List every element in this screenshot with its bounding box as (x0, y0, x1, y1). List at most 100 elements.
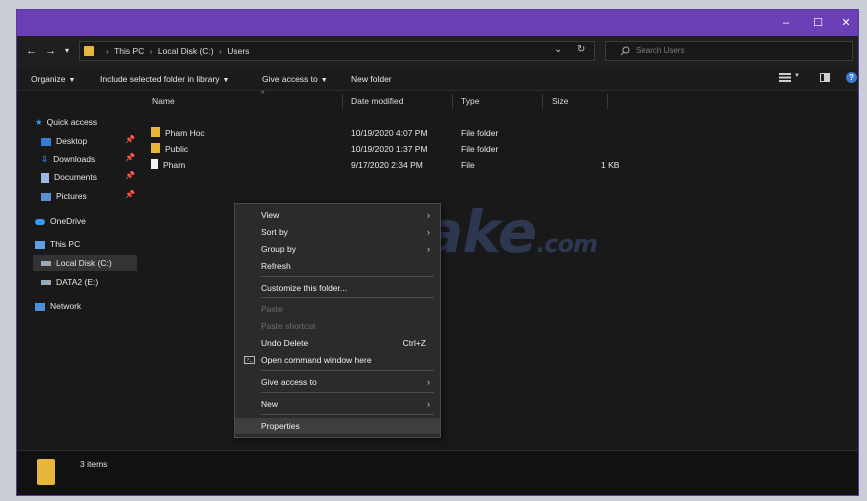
column-divider[interactable] (452, 94, 453, 109)
menu-item-label: New (261, 399, 279, 409)
menu-item-refresh[interactable]: Refresh (235, 258, 440, 274)
drive-icon (41, 261, 51, 267)
menu-item-sort-by[interactable]: Sort by › (235, 224, 440, 240)
desktop-icon (41, 137, 51, 146)
new-folder-button[interactable]: New folder (351, 74, 392, 84)
sidebar-item-this-pc[interactable]: This PC (35, 236, 80, 252)
document-icon (41, 172, 49, 183)
column-header-name[interactable]: Name (152, 96, 175, 106)
sidebar-item-label: DATA2 (E:) (56, 277, 99, 287)
maximize-button[interactable]: ☐ (806, 13, 830, 33)
forward-button[interactable]: → (45, 44, 56, 58)
file-type: File (461, 160, 475, 170)
chevron-right-icon: › (427, 210, 430, 220)
sidebar-item-pictures[interactable]: Pictures (41, 188, 87, 204)
column-header-date[interactable]: Date modified (351, 96, 403, 106)
include-library-label: Include selected folder in library (100, 74, 220, 84)
menu-item-paste-shortcut: Paste shortcut (235, 318, 440, 334)
sidebar-item-label: Downloads (53, 154, 96, 164)
pin-icon: 📌 (125, 171, 135, 180)
sort-indicator-icon: ^ (261, 91, 265, 98)
chevron-down-icon: ▼ (68, 77, 76, 84)
menu-item-label: Refresh (261, 261, 291, 271)
folder-icon (151, 143, 160, 153)
menu-item-label: Group by (261, 244, 296, 254)
file-name: Public (165, 144, 189, 154)
file-type: File folder (461, 128, 499, 138)
chevron-right-icon: › (427, 227, 430, 237)
menu-item-group-by[interactable]: Group by › (235, 241, 440, 257)
table-row[interactable]: Pham Hoc 10/19/2020 4:07 PM File folder (151, 126, 611, 141)
download-icon: ⇩ (41, 154, 49, 164)
network-icon (35, 302, 45, 311)
breadcrumb: › This PC › Local Disk (C:) › Users (106, 46, 252, 56)
give-access-button[interactable]: Give access to ▼ (262, 74, 328, 84)
menu-item-view[interactable]: View › (235, 207, 440, 223)
table-row[interactable]: Pham 9/17/2020 2:34 PM File 1 KB (151, 158, 619, 173)
sidebar-item-desktop[interactable]: Desktop (41, 133, 87, 149)
menu-item-customize-folder[interactable]: Customize this folder... (235, 280, 440, 296)
give-access-label: Give access to (262, 74, 318, 84)
address-bar[interactable]: › This PC › Local Disk (C:) › Users ⌄ ↻ (79, 41, 595, 61)
file-name: Pham Hoc (165, 128, 205, 138)
menu-item-undo-delete[interactable]: Undo Delete Ctrl+Z (235, 335, 440, 351)
file-date: 10/19/2020 4:07 PM (351, 128, 428, 138)
chevron-right-icon: › (427, 244, 430, 254)
include-in-library-button[interactable]: Include selected folder in library ▼ (100, 74, 229, 84)
column-divider[interactable] (607, 94, 608, 109)
menu-separator (261, 370, 434, 371)
sidebar-item-documents[interactable]: Documents (41, 169, 97, 185)
address-dropdown-button[interactable]: ⌄ (554, 44, 562, 55)
sidebar-item-label: Documents (54, 172, 97, 182)
sidebar-item-onedrive[interactable]: OneDrive (35, 213, 86, 229)
column-header-type[interactable]: Type (461, 96, 479, 106)
column-divider[interactable] (342, 94, 343, 109)
chevron-right-icon: › (149, 46, 153, 56)
column-header-size[interactable]: Size (552, 96, 569, 106)
close-button[interactable]: ✕ (834, 13, 858, 33)
menu-item-label: Open command window here (261, 355, 372, 365)
status-bar: 3 items (17, 450, 858, 495)
sidebar-item-downloads[interactable]: ⇩ Downloads (41, 151, 95, 167)
file-name-cell: Pham Hoc (151, 126, 205, 141)
sidebar-item-local-disk[interactable]: Local Disk (C:) (33, 255, 137, 271)
menu-separator (261, 392, 434, 393)
file-name-cell: Public (151, 142, 188, 157)
organize-button[interactable]: Organize ▼ (31, 74, 75, 84)
file-size: 1 KB (601, 160, 620, 170)
chevron-right-icon: › (427, 377, 430, 387)
computer-icon (35, 240, 45, 249)
preview-pane-button[interactable] (820, 73, 830, 82)
menu-item-label: Paste shortcut (261, 321, 316, 331)
menu-item-properties[interactable]: Properties (235, 418, 440, 434)
back-button[interactable]: ← (26, 44, 37, 58)
breadcrumb-local-disk[interactable]: Local Disk (C:) (158, 46, 214, 56)
menu-separator (261, 414, 434, 415)
sidebar-item-label: Local Disk (C:) (56, 258, 112, 268)
breadcrumb-users[interactable]: Users (227, 46, 249, 56)
help-button[interactable]: ? (846, 72, 857, 83)
organize-label: Organize (31, 74, 66, 84)
column-divider[interactable] (542, 94, 543, 109)
minimize-button[interactable]: – (774, 13, 798, 33)
menu-item-open-command-window[interactable]: >_ Open command window here (235, 352, 440, 368)
file-icon (151, 159, 158, 169)
command-bar: Organize ▼ Include selected folder in lib… (17, 66, 858, 91)
search-box[interactable]: Search Users (605, 41, 853, 61)
search-icon (620, 46, 630, 56)
command-prompt-icon: >_ (244, 356, 255, 364)
chevron-down-icon: ▼ (320, 77, 328, 84)
menu-item-new[interactable]: New › (235, 396, 440, 412)
recent-locations-button[interactable]: ▾ (65, 44, 69, 58)
title-bar: – ☐ ✕ (17, 10, 858, 36)
sidebar-item-quick-access[interactable]: ★ Quick access (35, 114, 97, 130)
sidebar-item-network[interactable]: Network (35, 298, 81, 314)
refresh-button[interactable]: ↻ (577, 44, 585, 55)
sidebar-item-label: Desktop (56, 136, 88, 146)
change-view-button[interactable]: ▼ (779, 73, 800, 83)
menu-item-give-access[interactable]: Give access to › (235, 374, 440, 390)
menu-item-label: Give access to (261, 377, 317, 387)
table-row[interactable]: Public 10/19/2020 1:37 PM File folder (151, 142, 611, 157)
sidebar-item-data2[interactable]: DATA2 (E:) (41, 274, 98, 290)
breadcrumb-this-pc[interactable]: This PC (114, 46, 144, 56)
